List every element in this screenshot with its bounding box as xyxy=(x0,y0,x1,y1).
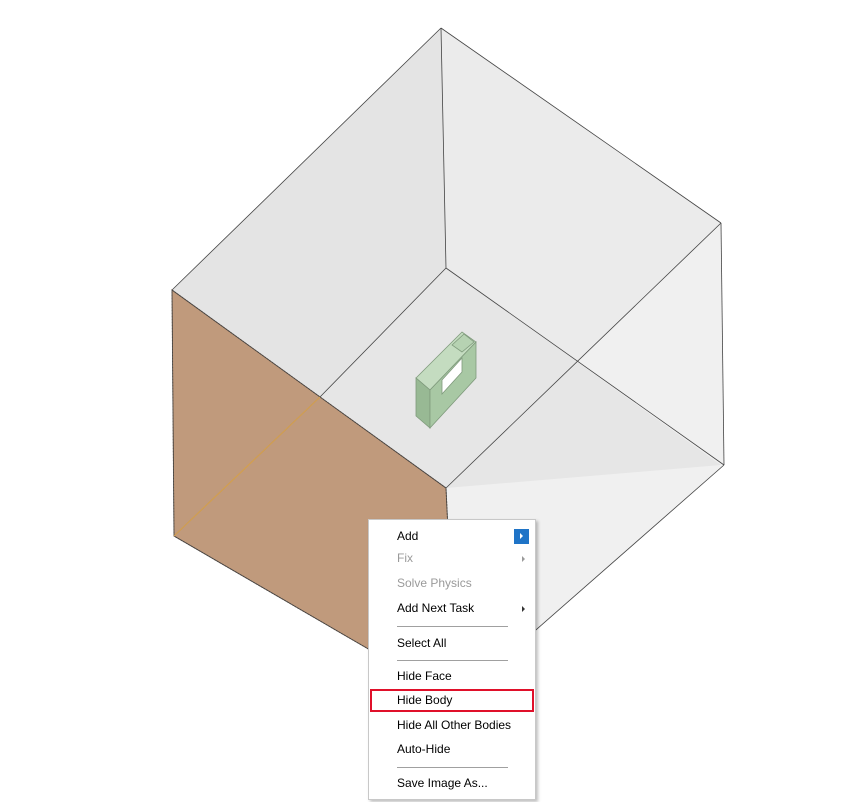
menu-item-hide-all-other-bodies[interactable]: Hide All Other Bodies xyxy=(371,715,533,736)
submenu-arrow-icon xyxy=(522,606,525,612)
menu-item-solve-physics[interactable]: Solve Physics xyxy=(371,573,533,594)
menu-item-add-next-task[interactable]: Add Next Task xyxy=(371,598,533,619)
menu-item-hide-face[interactable]: Hide Face xyxy=(371,666,533,687)
menu-separator xyxy=(397,626,508,627)
menu-separator xyxy=(397,660,508,661)
menu-item-hide-body[interactable]: Hide Body xyxy=(370,689,534,712)
menu-item-save-image-as[interactable]: Save Image As... xyxy=(371,773,533,794)
menu-item-label: Add Next Task xyxy=(397,601,475,615)
menu-item-label: Solve Physics xyxy=(397,576,472,590)
menu-item-label: Add xyxy=(397,529,419,543)
submenu-arrow-icon[interactable] xyxy=(514,529,529,544)
context-menu[interactable]: Add Fix Solve Physics Add Next Task Sele… xyxy=(368,519,536,800)
menu-item-label: Hide All Other Bodies xyxy=(397,718,512,732)
menu-separator xyxy=(397,767,508,768)
menu-item-auto-hide[interactable]: Auto-Hide xyxy=(371,739,533,760)
menu-item-select-all[interactable]: Select All xyxy=(371,633,533,654)
menu-item-label: Select All xyxy=(397,636,447,650)
menu-item-label: Hide Face xyxy=(397,669,452,683)
submenu-arrow-icon xyxy=(522,556,525,562)
menu-item-label: Fix xyxy=(397,551,413,565)
menu-item-label: Save Image As... xyxy=(397,776,488,790)
menu-item-label: Hide Body xyxy=(397,693,453,707)
menu-item-label: Auto-Hide xyxy=(397,742,451,756)
menu-item-add[interactable]: Add xyxy=(371,526,533,547)
menu-item-fix[interactable]: Fix xyxy=(371,548,533,569)
graphics-viewport[interactable]: Add Fix Solve Physics Add Next Task Sele… xyxy=(0,0,846,802)
